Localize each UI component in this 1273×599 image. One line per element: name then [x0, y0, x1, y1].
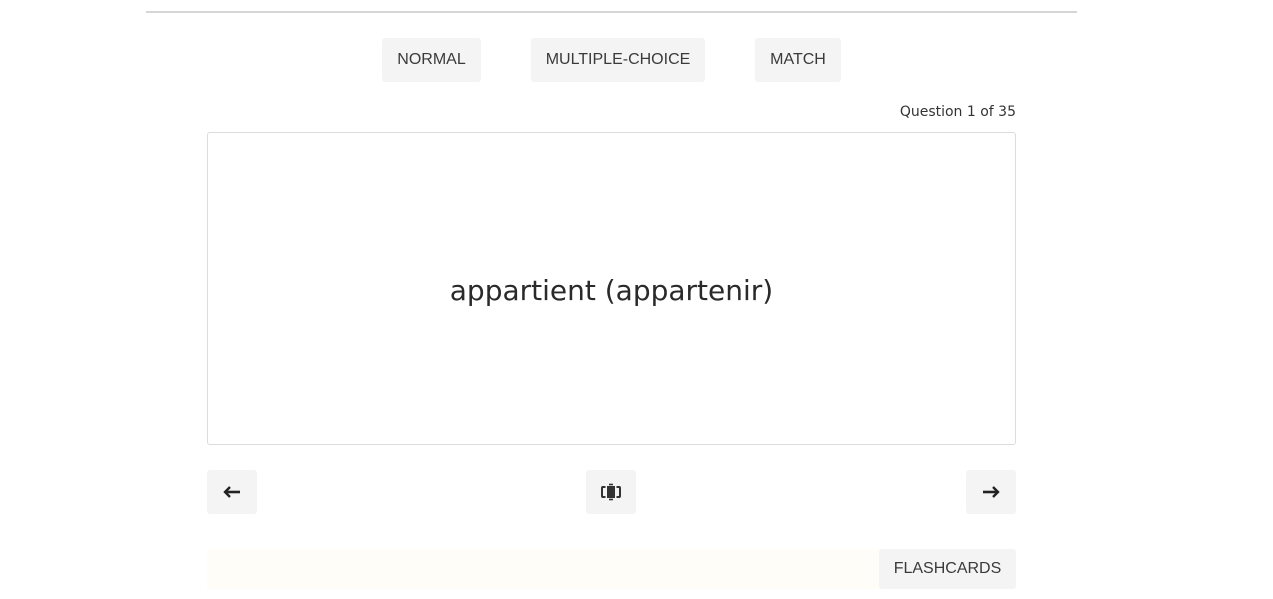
flip-card-button[interactable]: [586, 470, 636, 514]
mode-normal-button[interactable]: NORMAL: [382, 38, 481, 82]
mode-multiple-choice-button[interactable]: MULTIPLE-CHOICE: [531, 38, 705, 82]
mode-match-button[interactable]: MATCH: [755, 38, 841, 82]
flashcards-button[interactable]: FLASHCARDS: [879, 549, 1016, 589]
arrow-left-icon: [223, 486, 241, 498]
flashcard-page: NORMAL MULTIPLE-CHOICE MATCH Question 1 …: [0, 0, 1273, 599]
top-divider: [146, 11, 1077, 13]
flip-card-icon: [601, 483, 621, 501]
flashcard[interactable]: appartient (appartenir): [207, 132, 1016, 445]
flashcard-term: appartient (appartenir): [449, 274, 774, 307]
arrow-right-icon: [982, 486, 1000, 498]
next-card-button[interactable]: [966, 470, 1016, 514]
footer-bar: FLASHCARDS: [207, 549, 1016, 589]
question-counter: Question 1 of 35: [899, 104, 1016, 120]
previous-card-button[interactable]: [207, 470, 257, 514]
